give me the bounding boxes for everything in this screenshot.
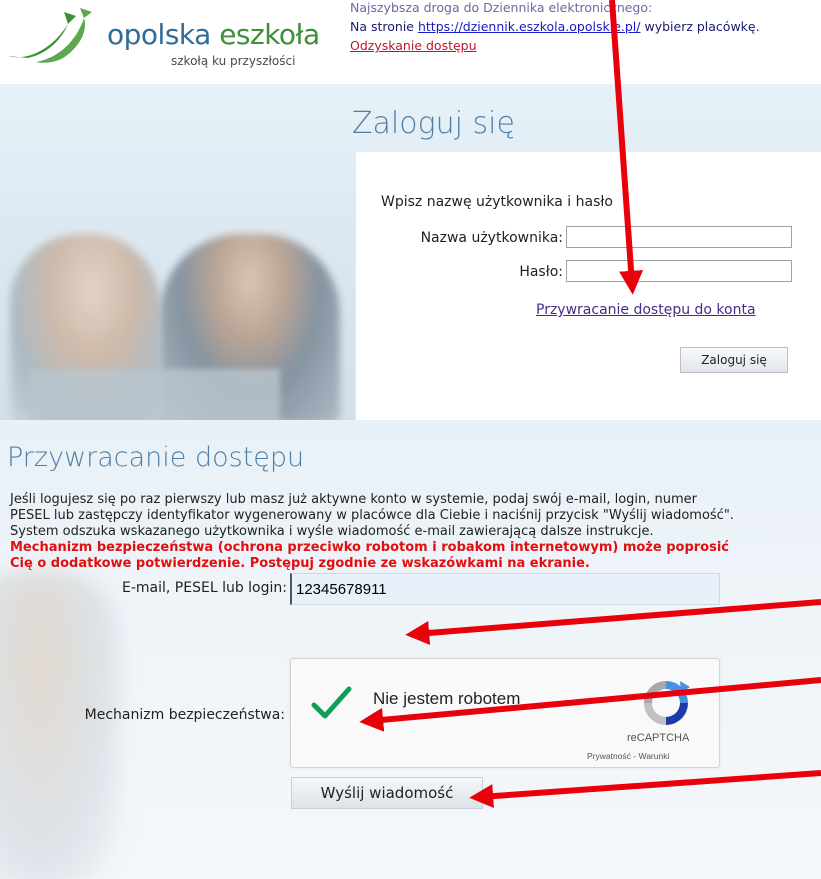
description-line: System odszuka wskazanego użytkownika i …: [10, 524, 654, 539]
reset-description: Jeśli logujesz się po raz pierwszy lub m…: [10, 492, 821, 572]
background-photo-person: [0, 570, 120, 879]
username-input[interactable]: [566, 226, 792, 248]
recover-access-link[interactable]: Odzyskanie dostępu: [350, 38, 477, 53]
reset-title: Przywracanie dostępu: [7, 442, 305, 473]
header-info: Najszybsza droga do Dziennika elektronic…: [350, 0, 760, 55]
login-panel: Zaloguj się Wpisz nazwę użytkownika i ha…: [0, 84, 821, 420]
login-prompt: Wpisz nazwę użytkownika i hasło: [381, 194, 613, 210]
recaptcha-icon: [644, 681, 690, 725]
warning-line: Cię o dodatkowe potwierdzenie. Postępuj …: [10, 556, 590, 571]
header-info-line1: Najszybsza droga do Dziennika elektronic…: [350, 0, 653, 15]
description-line: PESEL lub zastępczy identyfikator wygene…: [10, 508, 734, 523]
reset-panel: Przywracanie dostępu Jeśli logujesz się …: [0, 420, 821, 879]
recaptcha-links[interactable]: Prywatność - Warunki: [587, 751, 669, 761]
login-title: Zaloguj się: [352, 106, 515, 141]
dziennik-link[interactable]: https://dziennik.eszkola.opolskie.pl/: [418, 19, 641, 34]
login-button[interactable]: Zaloguj się: [680, 347, 788, 373]
login-form: Wpisz nazwę użytkownika i hasło Nazwa uż…: [355, 152, 821, 420]
password-label: Hasło:: [519, 264, 563, 280]
password-input[interactable]: [566, 260, 792, 282]
checkmark-icon[interactable]: [309, 681, 353, 725]
logo-wordmark: opolska eszkoła: [107, 18, 320, 51]
recaptcha-widget: Nie jestem robotem reCAPTCHA Prywatność …: [290, 658, 720, 768]
email-label: E-mail, PESEL lub login:: [122, 580, 287, 596]
warning-line: Mechanizm bezpieczeństwa (ochrona przeci…: [10, 540, 729, 555]
email-input[interactable]: 12345678911: [290, 573, 720, 605]
background-photo-laptop: [30, 369, 280, 420]
recover-account-link[interactable]: Przywracanie dostępu do konta: [536, 302, 756, 318]
security-label: Mechanizm bezpieczeństwa:: [84, 707, 285, 723]
logo-swoosh-icon: [8, 8, 92, 63]
description-line: Jeśli logujesz się po raz pierwszy lub m…: [10, 492, 698, 507]
header-info-line2: Na stronie https://dziennik.eszkola.opol…: [350, 19, 760, 34]
send-message-button[interactable]: Wyślij wiadomość: [291, 777, 483, 809]
recaptcha-label: Nie jestem robotem: [373, 689, 521, 708]
email-input-value: 12345678911: [296, 581, 387, 598]
site-header: opolska eszkoła szkołą ku przyszłości Na…: [0, 0, 821, 84]
logo-tagline: szkołą ku przyszłości: [171, 54, 296, 68]
username-label: Nazwa użytkownika:: [420, 230, 563, 246]
recaptcha-brand: reCAPTCHA: [627, 732, 690, 744]
